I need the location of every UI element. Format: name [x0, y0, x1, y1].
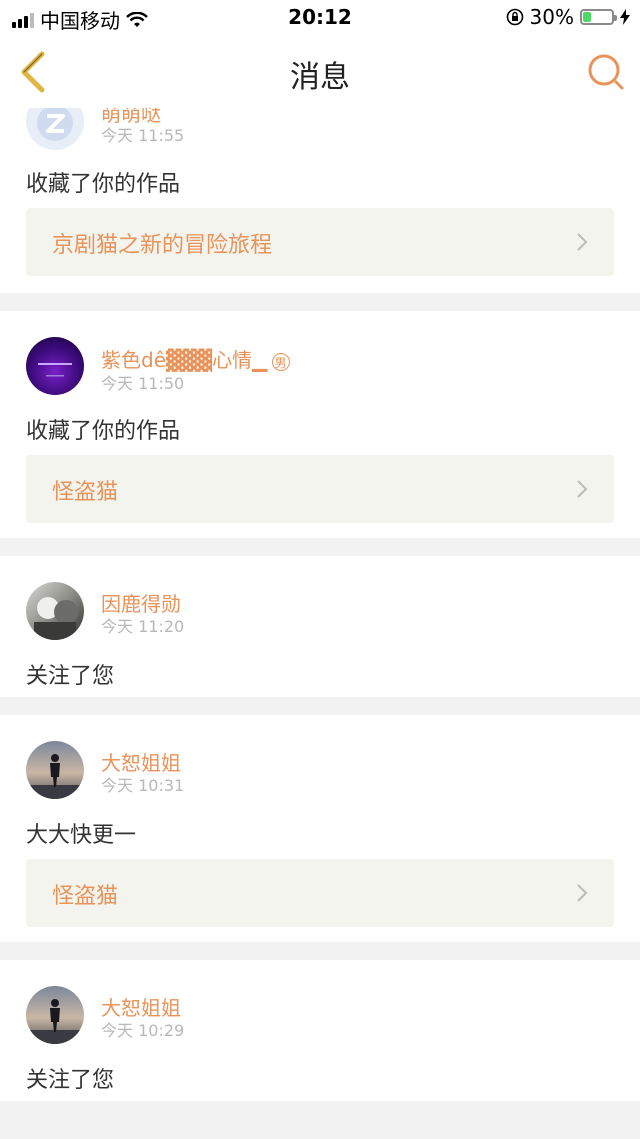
avatar[interactable]: [26, 582, 84, 640]
timestamp: 今天 10:31: [101, 776, 185, 795]
chevron-right-icon: [577, 233, 588, 251]
work-link[interactable]: 怪盗猫: [26, 455, 614, 523]
charging-icon: [620, 9, 630, 25]
search-icon: [588, 54, 624, 90]
message-text: 收藏了你的作品: [26, 419, 181, 444]
avatar[interactable]: [26, 741, 84, 799]
avatar-image: [34, 597, 78, 640]
message-text: 关注了您: [26, 1068, 115, 1093]
message-card: 大恕姐姐 今天 10:29 关注了您: [0, 960, 640, 1101]
timestamp: 今天 11:55: [101, 126, 185, 145]
message-card: 大恕姐姐 今天 10:31 大大快更一 怪盗猫: [0, 715, 640, 942]
status-bar: 中国移动 20:12 30%: [0, 0, 640, 34]
avatar-image: [26, 754, 84, 799]
battery-icon: [580, 9, 617, 25]
message-feed[interactable]: 萌萌哒 今天 11:55 收藏了你的作品 京剧猫之新的冒险旅程 紫色dê▓▓▓心…: [0, 108, 640, 1139]
username[interactable]: 紫色dê▓▓▓心情▁ 男: [101, 344, 290, 373]
username-text: 紫色dê▓▓▓心情▁: [101, 348, 268, 372]
chevron-right-icon: [577, 480, 588, 498]
avatar[interactable]: [26, 337, 84, 395]
avatar[interactable]: [26, 986, 84, 1044]
message-text: 收藏了你的作品: [26, 172, 181, 197]
avatar-image: [26, 999, 84, 1044]
search-button[interactable]: [586, 52, 626, 92]
timestamp: 今天 11:50: [101, 374, 185, 393]
message-card: 紫色dê▓▓▓心情▁ 男 今天 11:50 收藏了你的作品 怪盗猫: [0, 311, 640, 538]
avatar-image: [38, 363, 72, 377]
app-logo-icon: [26, 108, 84, 150]
avatar[interactable]: [26, 108, 84, 150]
page-title: 消息: [290, 60, 350, 95]
chevron-right-icon: [577, 884, 588, 902]
timestamp: 今天 11:20: [101, 617, 185, 636]
timestamp: 今天 10:29: [101, 1021, 185, 1040]
rotation-lock-icon: [506, 8, 523, 26]
work-link[interactable]: 京剧猫之新的冒险旅程: [26, 208, 614, 276]
message-text: 大大快更一: [26, 823, 137, 848]
message-card: 萌萌哒 今天 11:55 收藏了你的作品 京剧猫之新的冒险旅程: [0, 108, 640, 293]
message-card: 因鹿得勋 今天 11:20 关注了您: [0, 556, 640, 697]
work-title: 怪盗猫: [52, 884, 119, 909]
work-title: 京剧猫之新的冒险旅程: [52, 233, 273, 258]
message-text: 关注了您: [26, 664, 115, 689]
battery-fill: [583, 12, 592, 22]
work-title: 怪盗猫: [52, 480, 119, 505]
status-right: 30%: [506, 5, 630, 29]
battery-percent: 30%: [529, 5, 574, 29]
nav-bar: 消息: [0, 34, 640, 109]
work-link[interactable]: 怪盗猫: [26, 859, 614, 927]
gender-male-icon: 男: [271, 352, 290, 371]
